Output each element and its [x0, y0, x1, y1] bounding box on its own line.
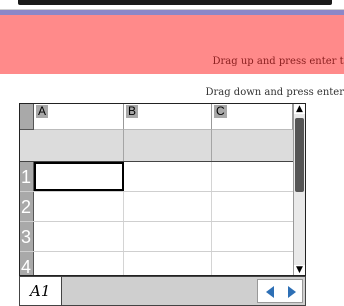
nav-right-button[interactable] [284, 284, 300, 300]
column-a-label: A [36, 104, 49, 118]
table-row: 4 [20, 252, 293, 275]
table-row: 3 [20, 222, 293, 252]
column-c-label: C [214, 104, 227, 118]
graph-panel[interactable]: Drag up and press enter to s [0, 10, 344, 74]
sheet-nav [257, 279, 303, 303]
arrow-left-icon [266, 286, 274, 298]
cell-c2[interactable] [212, 192, 293, 221]
column-header-c[interactable]: C [212, 104, 293, 130]
cell-a3[interactable] [34, 222, 124, 251]
scroll-down-icon[interactable]: ▼ [294, 265, 305, 275]
top-toolbar [0, 0, 344, 10]
nav-left-button[interactable] [262, 284, 278, 300]
cell-b2[interactable] [124, 192, 212, 221]
column-header-b[interactable]: B [124, 104, 212, 130]
formula-cell-b[interactable] [124, 130, 212, 161]
cell-b4[interactable] [124, 252, 212, 275]
cell-reference: A1 [20, 277, 62, 305]
vertical-scrollbar[interactable]: ▲ ▼ [293, 104, 305, 275]
panel-divider[interactable] [0, 10, 344, 15]
scroll-up-icon[interactable]: ▲ [294, 104, 305, 114]
row-header-4[interactable]: 4 [20, 252, 34, 275]
formula-cell-c[interactable] [212, 130, 293, 161]
table-row: 1 [20, 162, 293, 192]
cell-a2[interactable] [34, 192, 124, 221]
cell-b1[interactable] [124, 162, 212, 191]
scroll-thumb[interactable] [295, 118, 304, 192]
status-bar: A1 [19, 276, 306, 306]
drag-up-hint: Drag up and press enter to s [212, 56, 344, 67]
arrow-right-icon [288, 286, 296, 298]
cell-c1[interactable] [212, 162, 293, 191]
spreadsheet[interactable]: A B C ◆ 1 2 3 4 ▲ ▼ [19, 103, 306, 276]
row-header-3[interactable]: 3 [20, 222, 34, 251]
formula-cell-a[interactable] [34, 130, 124, 161]
row-header-1[interactable]: 1 [20, 162, 34, 191]
cell-c4[interactable] [212, 252, 293, 275]
select-all-corner[interactable] [20, 104, 34, 130]
drag-down-hint: Drag down and press enter [205, 87, 344, 98]
toolbar-fill [18, 0, 332, 5]
column-b-label: B [126, 104, 139, 118]
column-header-a[interactable]: A [34, 104, 124, 130]
row-header-2[interactable]: 2 [20, 192, 34, 221]
cell-a4[interactable] [34, 252, 124, 275]
formula-row[interactable] [20, 130, 293, 162]
cell-c3[interactable] [212, 222, 293, 251]
cell-b3[interactable] [124, 222, 212, 251]
cell-a1[interactable] [34, 162, 124, 191]
table-row: 2 [20, 192, 293, 222]
